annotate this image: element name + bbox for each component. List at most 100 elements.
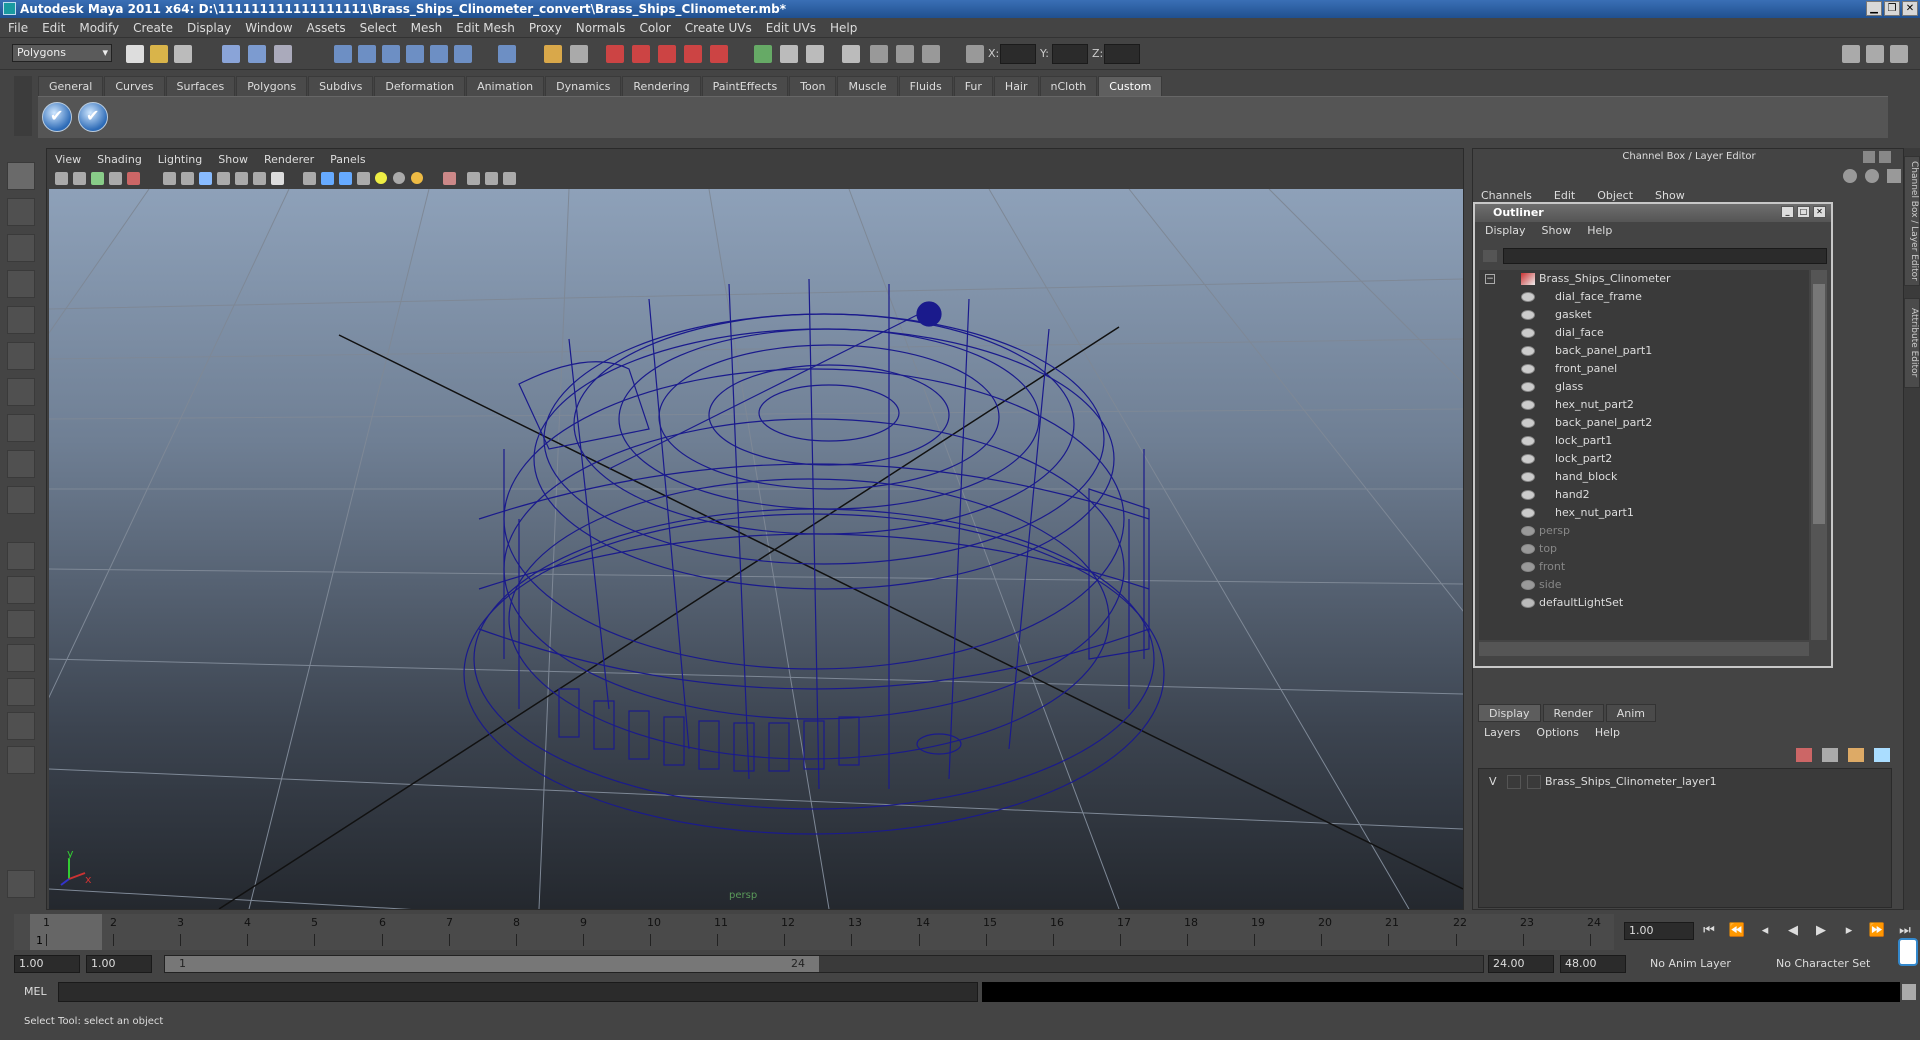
help-icon[interactable] [498,45,516,63]
outliner-item[interactable]: hand_block [1479,468,1809,486]
input-ops-icon[interactable] [570,45,588,63]
step-back-key-button[interactable]: ⏪ [1728,922,1746,940]
outliner-set-item[interactable]: defaultLightSet [1479,594,1809,612]
outliner-camera-item[interactable]: top [1479,540,1809,558]
lasso-tool-icon[interactable] [7,198,35,226]
select-component-icon[interactable] [274,45,292,63]
menu-edit[interactable]: Edit [42,21,65,35]
outliner-item[interactable]: front_panel [1479,360,1809,378]
attribute-editor-toggle-icon[interactable] [806,45,824,63]
shelf-tab-hair[interactable]: Hair [993,76,1039,96]
layer-menu-help[interactable]: Help [1595,726,1620,739]
menu-proxy[interactable]: Proxy [529,21,562,35]
viewport-menu-renderer[interactable]: Renderer [264,153,314,166]
layout-options-icon[interactable] [7,746,35,774]
four-view-layout-icon[interactable] [7,576,35,604]
shelf-tab-animation[interactable]: Animation [466,76,545,96]
persp-graph-layout-icon[interactable] [7,644,35,672]
shelf-tab-curves[interactable]: Curves [104,76,165,96]
close-button[interactable]: ✕ [1902,1,1918,16]
snap-grid-icon[interactable] [334,45,352,63]
current-time-field[interactable]: 1.00 [1624,922,1694,940]
outliner-menu-display[interactable]: Display [1485,224,1526,237]
show-attribute-editor-icon[interactable] [1866,45,1884,63]
construction-history-icon[interactable] [606,45,624,63]
shelf-tab-painteffects[interactable]: PaintEffects [701,76,789,96]
outliner-item[interactable]: dial_face_frame [1479,288,1809,306]
lock-channels-icon[interactable] [7,870,35,898]
outliner-minimize-button[interactable]: _ [1781,206,1794,218]
menu-display[interactable]: Display [187,21,231,35]
snap-point-icon[interactable] [382,45,400,63]
command-input[interactable] [58,982,978,1002]
snap-plane-icon[interactable] [406,45,424,63]
move-tool-icon[interactable] [7,270,35,298]
menu-normals[interactable]: Normals [576,21,626,35]
menu-edit-mesh[interactable]: Edit Mesh [456,21,515,35]
outliner-menu-help[interactable]: Help [1587,224,1612,237]
select-tool-icon[interactable] [7,162,35,190]
menu-help[interactable]: Help [830,21,857,35]
step-forward-key-button[interactable]: ⏩ [1868,922,1886,940]
layer-visibility-toggle[interactable]: V [1489,773,1497,791]
playback-start-field[interactable]: 1.00 [86,955,152,973]
channel-box-toggle-icon[interactable] [780,45,798,63]
time-slider[interactable]: 1 1 2 3 4 5 6 7 8 9 10 11 12 13 14 15 16 17 18 19 20 21 22 23 2… [14,914,1614,950]
shelf-tab-toon[interactable]: Toon [789,76,837,96]
menu-set-dropdown[interactable]: Polygons [12,44,112,62]
playback-end-field[interactable]: 24.00 [1488,955,1554,973]
show-hide-icon[interactable] [754,45,772,63]
new-scene-icon[interactable] [126,45,144,63]
outliner-close-button[interactable]: ✕ [1813,206,1826,218]
menu-mesh[interactable]: Mesh [411,21,443,35]
last-tool-icon[interactable] [7,486,35,514]
animation-start-field[interactable]: 1.00 [14,955,80,973]
outliner-scroll-thumb[interactable] [1813,284,1825,524]
menu-window[interactable]: Window [245,21,292,35]
snap-curve-icon[interactable] [358,45,376,63]
outliner-camera-item[interactable]: persp [1479,522,1809,540]
step-forward-frame-button[interactable]: ▸ [1840,922,1858,940]
layer-tab-render[interactable]: Render [1542,704,1604,722]
range-slider[interactable]: 1 24 [164,955,1484,973]
outliner-item[interactable]: lock_part1 [1479,432,1809,450]
tool-settings-toggle-icon[interactable] [842,45,860,63]
play-forwards-button[interactable]: ▶ [1812,922,1830,940]
shelf-tab-custom[interactable]: Custom [1098,76,1163,96]
menu-select[interactable]: Select [360,21,397,35]
channel-menu-object[interactable]: Object [1597,189,1633,202]
custom-shelf-button-2-icon[interactable] [78,102,108,132]
custom-shelf-button-1-icon[interactable] [42,102,72,132]
collapse-icon[interactable]: − [1485,274,1495,284]
snapshot-icon[interactable] [896,45,914,63]
move-layer-down-icon[interactable] [1874,748,1890,762]
perspective-viewport[interactable]: y x persp [49,189,1463,909]
shelf-tab-surfaces[interactable]: Surfaces [165,76,236,96]
channel-menu-show[interactable]: Show [1655,189,1685,202]
single-perspective-layout-icon[interactable] [7,542,35,570]
layer-row[interactable]: V Brass_Ships_Clinometer_layer1 [1483,773,1889,791]
clinometer-wireframe[interactable] [463,278,1165,835]
layer-tab-display[interactable]: Display [1478,704,1541,722]
layer-color-swatch[interactable] [1527,775,1541,789]
animation-end-field[interactable]: 48.00 [1560,955,1626,973]
character-set-dropdown[interactable]: No Character Set [1772,955,1890,973]
channel-box-pin-icon[interactable] [1843,169,1857,183]
soft-mod-tool-icon[interactable] [7,414,35,442]
channel-box-keyframe-icon[interactable] [1865,169,1879,183]
side-tab-attribute-editor[interactable]: Attribute Editor [1904,298,1920,388]
menu-modify[interactable]: Modify [79,21,119,35]
outliner-item[interactable]: dial_face [1479,324,1809,342]
panel-float-icon[interactable] [1863,151,1875,163]
outliner-vertical-scrollbar[interactable] [1811,270,1827,640]
menu-edit-uvs[interactable]: Edit UVs [766,21,816,35]
outliner-item[interactable]: hand2 [1479,486,1809,504]
y-field[interactable] [1052,44,1088,64]
menu-assets[interactable]: Assets [307,21,346,35]
paint-select-tool-icon[interactable] [7,234,35,262]
universal-manipulator-icon[interactable] [7,378,35,406]
hypershade-icon[interactable] [710,45,728,63]
menu-create[interactable]: Create [133,21,173,35]
side-tab-channel-box[interactable]: Channel Box / Layer Editor [1904,156,1920,286]
shelf-tab-fur[interactable]: Fur [953,76,993,96]
